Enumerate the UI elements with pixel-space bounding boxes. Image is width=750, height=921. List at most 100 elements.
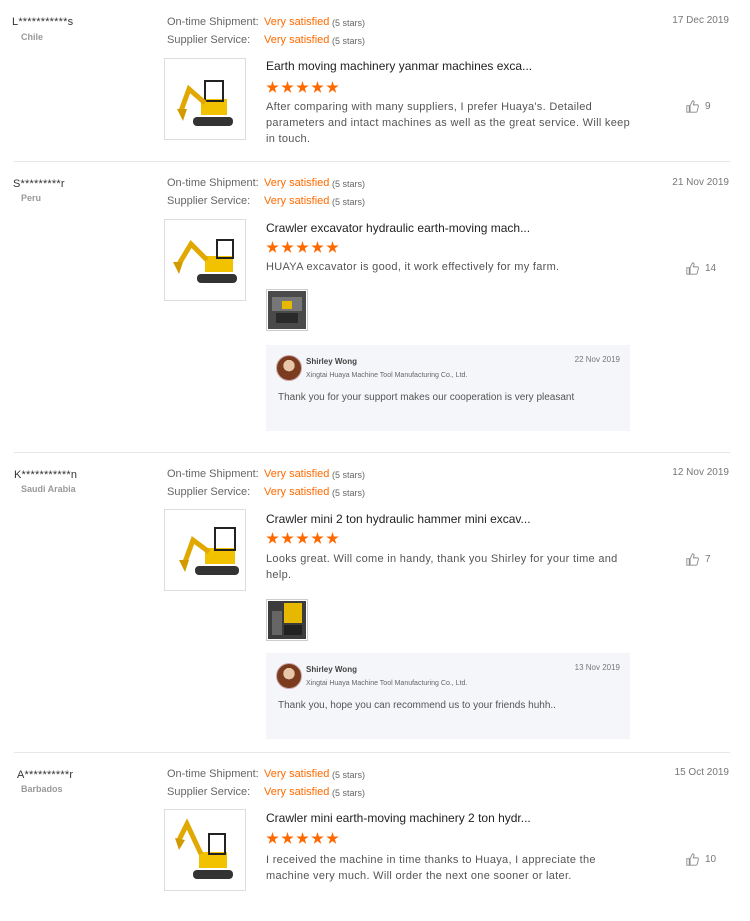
ontime-label: On-time Shipment:	[167, 768, 259, 780]
review-divider	[14, 752, 730, 753]
star-rating	[266, 81, 339, 94]
supplier-stars-text: (5 stars)	[332, 488, 366, 498]
thumbs-up-icon	[686, 100, 699, 113]
buyer-name: S*********r	[13, 178, 65, 190]
supplier-value: Very satisfied	[264, 34, 330, 46]
excavator-image	[177, 80, 233, 126]
like-count: 9	[705, 101, 711, 112]
ontime-stars-text: (5 stars)	[332, 18, 366, 28]
star-icon	[326, 532, 339, 544]
ontime-value: Very satisfied	[264, 16, 330, 28]
machine-photo-image	[268, 601, 306, 639]
review-date: 21 Nov 2019	[672, 177, 729, 188]
reply-company: Xingtai Huaya Machine Tool Manufacturing…	[306, 372, 468, 379]
review-photo[interactable]	[266, 289, 308, 331]
supplier-stars-text: (5 stars)	[332, 36, 366, 46]
avatar	[276, 355, 302, 381]
star-icon	[296, 532, 309, 544]
supplier-label: Supplier Service:	[167, 34, 251, 46]
star-rating	[266, 241, 339, 254]
reply-author: Shirley Wong	[306, 665, 357, 674]
supplier-value: Very satisfied	[264, 786, 330, 798]
review-date: 12 Nov 2019	[672, 467, 729, 478]
thumbs-up-icon	[686, 553, 699, 566]
buyer-name: A**********r	[17, 769, 74, 781]
avatar	[276, 663, 302, 689]
star-icon	[266, 81, 279, 93]
like-button[interactable]: 14	[686, 262, 716, 275]
reply-text: Thank you for your support makes our coo…	[278, 392, 575, 403]
star-icon	[281, 832, 294, 844]
star-icon	[326, 241, 339, 253]
star-icon	[311, 832, 324, 844]
excavator-image	[175, 818, 233, 879]
like-count: 10	[705, 854, 717, 865]
like-count: 7	[705, 554, 711, 565]
ontime-stars-text: (5 stars)	[332, 470, 366, 480]
product-title-link[interactable]: Crawler excavator hydraulic earth-moving…	[266, 221, 530, 235]
star-icon	[311, 81, 324, 93]
review-photo[interactable]	[266, 599, 308, 641]
buyer-country: Peru	[21, 193, 42, 203]
product-thumbnail[interactable]	[164, 58, 246, 140]
star-icon	[296, 241, 309, 253]
star-icon	[266, 832, 279, 844]
star-icon	[266, 532, 279, 544]
review-comment: HUAYA excavator is good, it work effecti…	[266, 261, 560, 273]
supplier-label: Supplier Service:	[167, 486, 251, 498]
ontime-value: Very satisfied	[264, 468, 330, 480]
buyer-name: L***********s	[12, 16, 74, 28]
review-date: 17 Dec 2019	[672, 15, 729, 26]
product-thumbnail[interactable]	[164, 809, 246, 891]
supplier-value: Very satisfied	[264, 486, 330, 498]
ontime-stars-text: (5 stars)	[332, 179, 366, 189]
star-icon	[281, 241, 294, 253]
like-button[interactable]: 7	[686, 553, 711, 566]
review-divider	[14, 161, 730, 162]
reply-date: 22 Nov 2019	[574, 355, 620, 364]
star-icon	[311, 532, 324, 544]
review-divider	[14, 452, 730, 453]
star-rating	[266, 832, 339, 845]
product-thumbnail[interactable]	[164, 219, 246, 301]
ontime-label: On-time Shipment:	[167, 468, 259, 480]
supplier-stars-text: (5 stars)	[332, 197, 366, 207]
supplier-reply: Shirley Wong Xingtai Huaya Machine Tool …	[266, 345, 630, 431]
like-button[interactable]: 10	[686, 853, 716, 866]
product-title-link[interactable]: Earth moving machinery yanmar machines e…	[266, 59, 532, 73]
star-icon	[326, 832, 339, 844]
product-title-link[interactable]: Crawler mini earth-moving machinery 2 to…	[266, 811, 531, 825]
supplier-value: Very satisfied	[264, 195, 330, 207]
supplier-label: Supplier Service:	[167, 195, 251, 207]
excavator-image	[173, 239, 237, 283]
ontime-value: Very satisfied	[264, 177, 330, 189]
star-icon	[281, 81, 294, 93]
ontime-label: On-time Shipment:	[167, 177, 259, 189]
ontime-label: On-time Shipment:	[167, 16, 259, 28]
star-icon	[311, 241, 324, 253]
supplier-label: Supplier Service:	[167, 786, 251, 798]
thumbs-up-icon	[686, 853, 699, 866]
product-title-link[interactable]: Crawler mini 2 ton hydraulic hammer mini…	[266, 512, 531, 526]
star-icon	[281, 532, 294, 544]
star-icon	[326, 81, 339, 93]
review-date: 15 Oct 2019	[674, 767, 729, 778]
review-comment: Looks great. Will come in handy, thank y…	[266, 553, 618, 581]
reply-text: Thank you, hope you can recommend us to …	[278, 700, 556, 711]
supplier-stars-text: (5 stars)	[332, 788, 366, 798]
star-rating	[266, 532, 339, 545]
ontime-value: Very satisfied	[264, 768, 330, 780]
reply-company: Xingtai Huaya Machine Tool Manufacturing…	[306, 680, 468, 687]
star-icon	[296, 832, 309, 844]
buyer-name: K***********n	[14, 469, 78, 481]
product-thumbnail[interactable]	[164, 509, 246, 591]
star-icon	[266, 241, 279, 253]
ontime-stars-text: (5 stars)	[332, 770, 366, 780]
review-comment: I received the machine in time thanks to…	[266, 854, 596, 882]
star-icon	[296, 81, 309, 93]
like-button[interactable]: 9	[686, 100, 711, 113]
buyer-country: Saudi Arabia	[21, 484, 76, 494]
buyer-country: Chile	[21, 32, 44, 42]
supplier-reply: Shirley Wong Xingtai Huaya Machine Tool …	[266, 653, 630, 739]
machine-photo-image	[268, 291, 306, 329]
